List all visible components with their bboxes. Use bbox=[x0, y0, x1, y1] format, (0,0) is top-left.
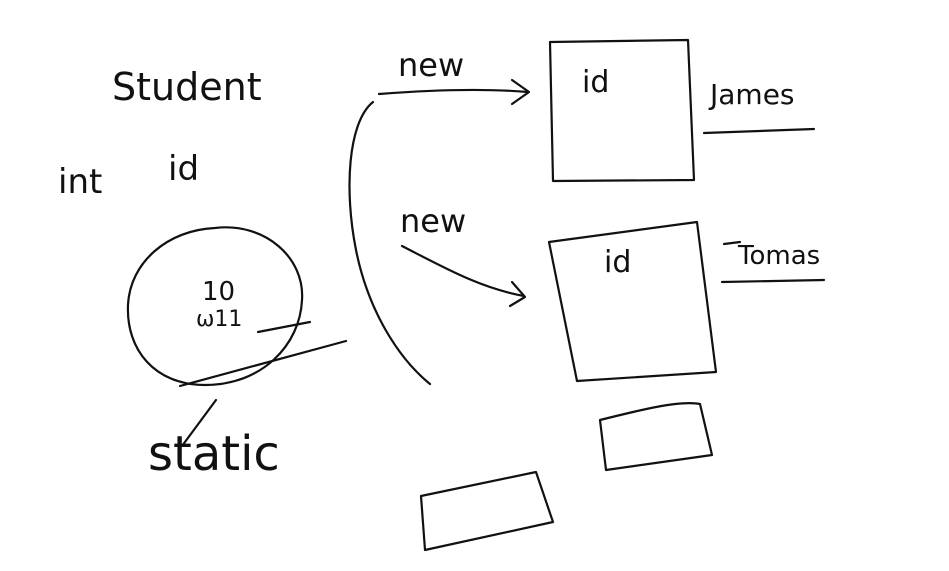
label-box2-id: id bbox=[604, 245, 631, 280]
strike-line-small bbox=[256, 320, 312, 334]
empty-box-small-2 bbox=[419, 470, 555, 552]
label-student: Student bbox=[112, 65, 262, 109]
label-circle-value-2: ω11 bbox=[196, 307, 242, 332]
label-box1-id: id bbox=[582, 65, 609, 100]
label-new-1: new bbox=[398, 46, 464, 84]
underline-james bbox=[702, 127, 816, 135]
label-id: id bbox=[168, 149, 199, 189]
label-circle-value: 10 bbox=[202, 277, 235, 307]
object-box-2 bbox=[547, 220, 718, 383]
arrow-new-2 bbox=[400, 244, 526, 298]
empty-box-small-1 bbox=[598, 402, 714, 472]
label-james: James bbox=[708, 78, 795, 111]
whiteboard-drawing: Student int id 10 ω11 static new new id … bbox=[58, 38, 826, 552]
label-int: int bbox=[58, 162, 102, 202]
underline-tomas bbox=[720, 278, 826, 284]
whiteboard-canvas: Student int id 10 ω11 static new new id … bbox=[0, 0, 949, 566]
strike-line-circle bbox=[178, 339, 348, 388]
label-new-2: new bbox=[400, 202, 466, 240]
label-tomas: Tomas bbox=[737, 241, 820, 271]
long-curve bbox=[348, 100, 432, 386]
label-static: static bbox=[148, 426, 280, 482]
object-box-1 bbox=[548, 38, 696, 183]
arrow-new-1 bbox=[377, 88, 530, 96]
